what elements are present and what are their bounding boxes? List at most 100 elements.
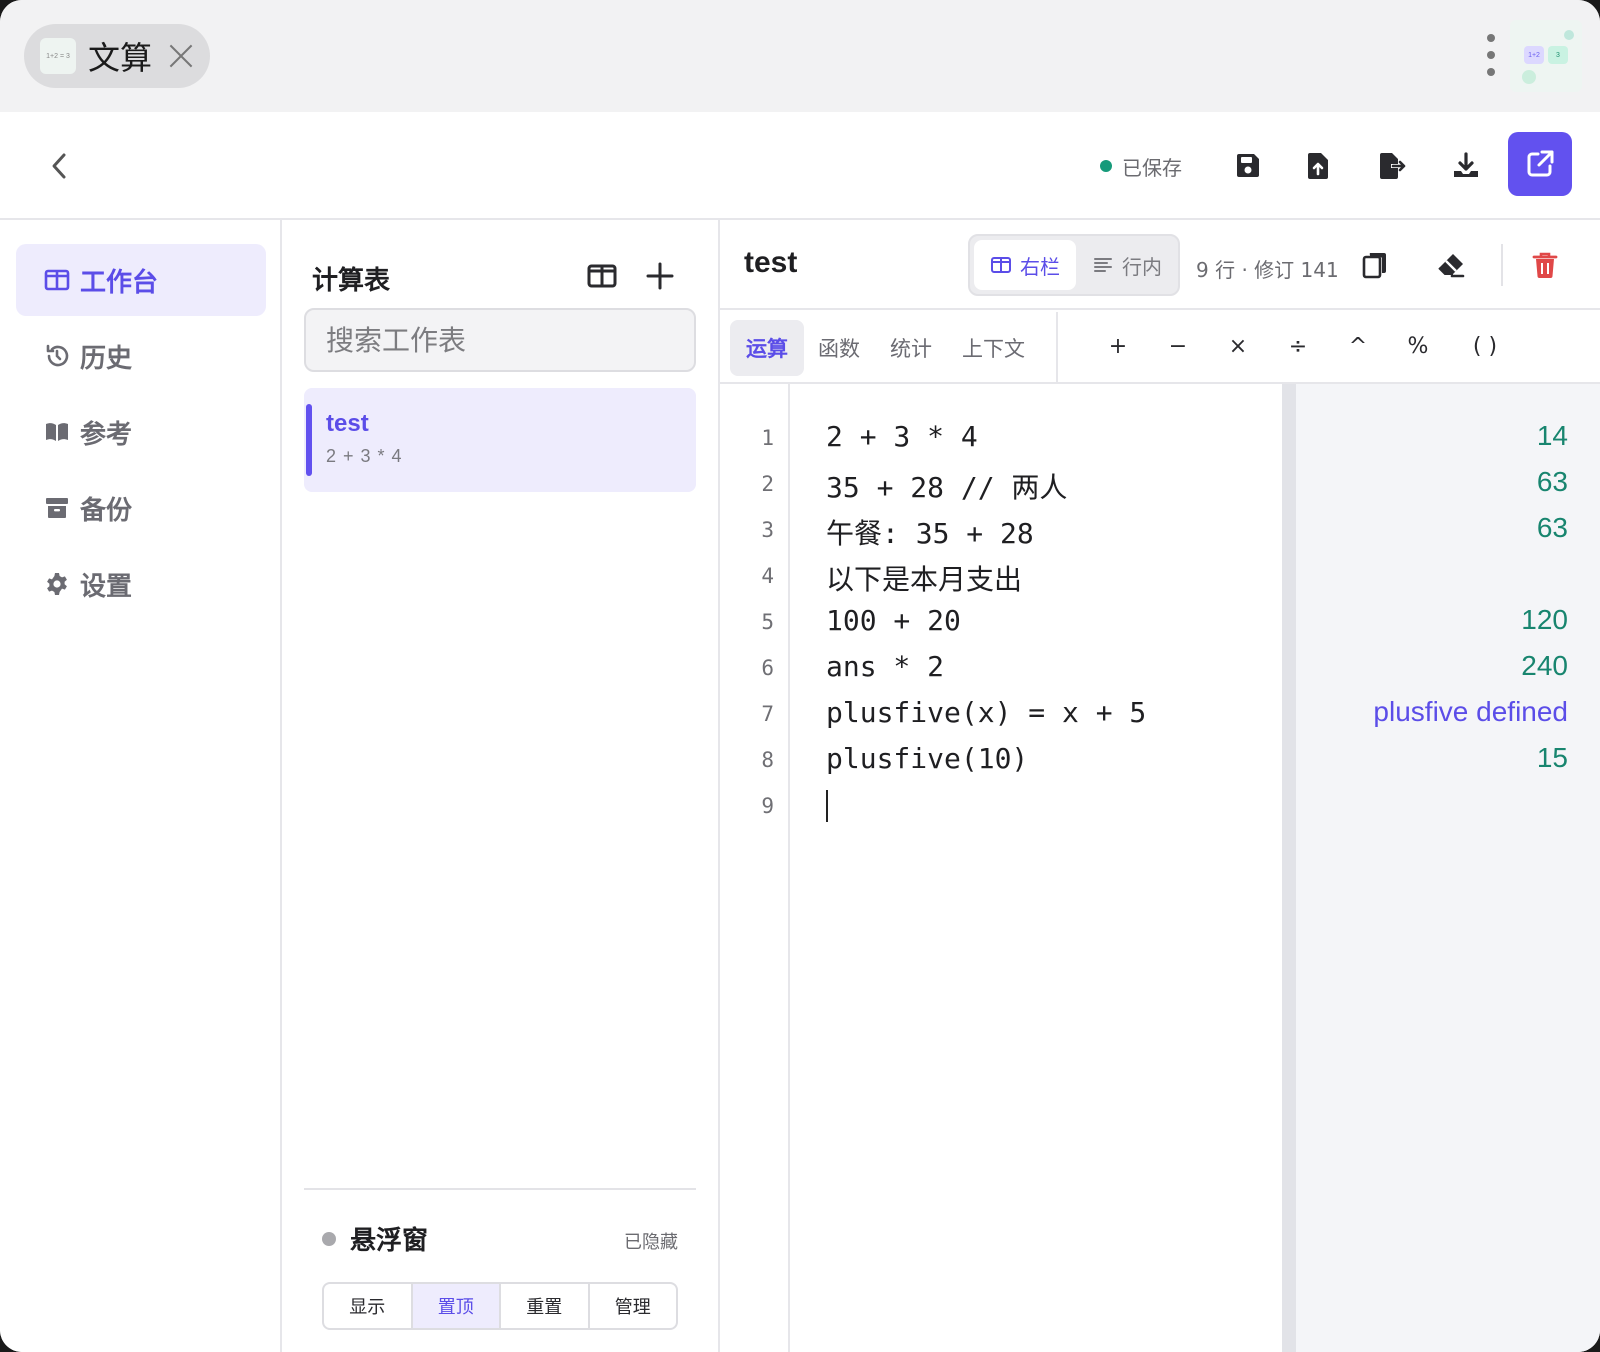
code-line[interactable]: plusfive(10)	[826, 742, 1028, 775]
floating-manage-button[interactable]: 管理	[590, 1284, 677, 1328]
result-mode-toggle: 右栏 行内	[968, 234, 1180, 296]
line-number: 2	[761, 472, 774, 496]
open-external-button[interactable]	[1508, 132, 1572, 196]
floating-reset-button[interactable]: 重置	[501, 1284, 590, 1328]
result-value: 63	[1536, 512, 1568, 543]
floating-status-dot	[322, 1232, 336, 1246]
line-number: 5	[761, 610, 774, 634]
insert-parens-button[interactable]: ( )	[1450, 334, 1520, 359]
file-upload-icon	[1308, 153, 1328, 179]
insert-power-button[interactable]: ^	[1338, 334, 1378, 359]
editor-pane: test 右栏 行内 9 行 · 修订 141 运算 函数 统计 上下文 + −…	[720, 220, 1600, 1352]
result-definition: plusfive defined	[1373, 696, 1568, 727]
divider	[1501, 244, 1503, 286]
save-button[interactable]	[1222, 140, 1274, 192]
sidebar-item-label: 设置	[80, 571, 133, 602]
line-number-gutter: 1 2 3 4 5 6 7 8 9	[720, 384, 790, 1352]
mode-label: 行内	[1122, 254, 1162, 279]
status-dot	[1100, 160, 1112, 172]
sheet-preview: 2 + 3 * 4	[326, 446, 403, 466]
sidebar-item-reference[interactable]: 参考	[16, 396, 266, 468]
line-number: 3	[761, 518, 774, 542]
sidebar-item-label: 备份	[80, 495, 133, 526]
close-icon[interactable]	[166, 41, 196, 71]
sidebar-item-settings[interactable]: 设置	[16, 548, 266, 620]
sidebar-item-backup[interactable]: 备份	[16, 472, 266, 544]
line-number: 8	[761, 748, 774, 772]
mode-right-panel-button[interactable]: 右栏	[974, 240, 1076, 290]
sheet-list-pane: 计算表 test 2 + 3 * 4 悬浮窗 已隐藏 显示 置顶 重置 管理	[282, 220, 720, 1352]
app-window: 1+2 = 3 文算 1+2 3 已保存 工作台 历史 参考 备份 设置 计算表…	[0, 0, 1600, 1352]
top-toolbar: 已保存	[0, 112, 1600, 220]
divider	[1056, 312, 1058, 384]
copy-button[interactable]	[1352, 242, 1398, 288]
add-sheet-button[interactable]	[642, 258, 678, 294]
sidebar: 工作台 历史 参考 备份 设置	[0, 220, 282, 1352]
operator-bar: 运算 函数 统计 上下文 + − × ÷ ^ % ( )	[720, 312, 1600, 384]
code-line[interactable]: 35 + 28 // 两人	[826, 466, 1067, 506]
insert-minus-button[interactable]: −	[1158, 334, 1198, 359]
sidebar-item-history[interactable]: 历史	[16, 320, 266, 392]
decor-dot	[1564, 30, 1574, 40]
widget-thumbnail[interactable]: 1+2 3	[1510, 20, 1582, 92]
sheet-list-item[interactable]: test 2 + 3 * 4	[304, 388, 696, 492]
floating-status: 已隐藏	[624, 1232, 678, 1253]
floating-show-button[interactable]: 显示	[324, 1284, 413, 1328]
floating-pin-button[interactable]: 置顶	[412, 1284, 501, 1328]
sheet-list-title: 计算表	[312, 266, 391, 296]
import-button[interactable]	[1292, 140, 1344, 192]
save-status-text: 已保存	[1122, 155, 1182, 180]
copy-icon	[1362, 253, 1386, 279]
code-line[interactable]: 100 + 20	[826, 604, 961, 637]
app-tab[interactable]: 1+2 = 3 文算	[24, 24, 210, 88]
trash-icon	[1532, 252, 1558, 278]
insert-percent-button[interactable]: %	[1398, 334, 1438, 359]
active-indicator	[306, 404, 312, 476]
line-number: 6	[761, 656, 774, 680]
columns-icon	[991, 257, 1011, 273]
code-line[interactable]: 午餐: 35 + 28	[826, 512, 1034, 552]
sheet-name: test	[326, 410, 369, 437]
sidebar-item-label: 工作台	[80, 267, 159, 298]
app-logo-text: 1+2 = 3	[46, 52, 70, 60]
download-icon	[1454, 152, 1478, 177]
insert-multiply-button[interactable]: ×	[1218, 334, 1258, 359]
columns-icon	[44, 269, 70, 291]
plus-icon	[646, 262, 674, 290]
export-button[interactable]	[1366, 140, 1418, 192]
tab-functions[interactable]: 函数	[802, 320, 876, 376]
search-input[interactable]	[304, 308, 696, 372]
code-line[interactable]: ans * 2	[826, 650, 944, 683]
delete-button[interactable]	[1522, 242, 1568, 288]
tab-statistics[interactable]: 统计	[874, 320, 948, 376]
toggle-layout-button[interactable]	[584, 258, 620, 294]
line-number: 9	[761, 794, 774, 818]
code-line[interactable]: plusfive(x) = x + 5	[826, 696, 1146, 729]
tab-context[interactable]: 上下文	[946, 320, 1041, 376]
insert-plus-button[interactable]: +	[1098, 334, 1138, 359]
sidebar-item-label: 历史	[80, 343, 133, 374]
gear-icon	[47, 573, 67, 595]
result-value: 240	[1521, 650, 1568, 681]
decor-dot	[1522, 70, 1536, 84]
clear-button[interactable]	[1428, 242, 1474, 288]
insert-divide-button[interactable]: ÷	[1278, 334, 1318, 359]
more-options-icon[interactable]	[1486, 34, 1496, 78]
tab-operations[interactable]: 运算	[730, 320, 804, 376]
floating-window-section: 悬浮窗 已隐藏 显示 置顶 重置 管理	[304, 1188, 696, 1330]
download-button[interactable]	[1440, 140, 1492, 192]
book-icon	[46, 423, 68, 441]
history-icon	[46, 344, 69, 367]
widget-expr: 1+2	[1524, 46, 1544, 64]
mode-label: 右栏	[1020, 254, 1060, 279]
code-editor[interactable]: 1 2 3 4 5 6 7 8 9 2 + 3 * 4 35 + 28 // 两…	[720, 384, 1600, 1352]
back-button[interactable]	[40, 146, 80, 186]
results-panel: 14 63 63 120 240 plusfive defined 15	[1282, 384, 1600, 1352]
sidebar-item-workspace[interactable]: 工作台	[16, 244, 266, 316]
code-line[interactable]: 2 + 3 * 4	[826, 420, 978, 453]
mode-inline-button[interactable]: 行内	[1076, 240, 1176, 290]
file-export-icon	[1380, 153, 1406, 179]
columns-icon	[587, 264, 617, 288]
text-caret	[826, 790, 828, 822]
code-line[interactable]: 以下是本月支出	[826, 558, 1022, 598]
